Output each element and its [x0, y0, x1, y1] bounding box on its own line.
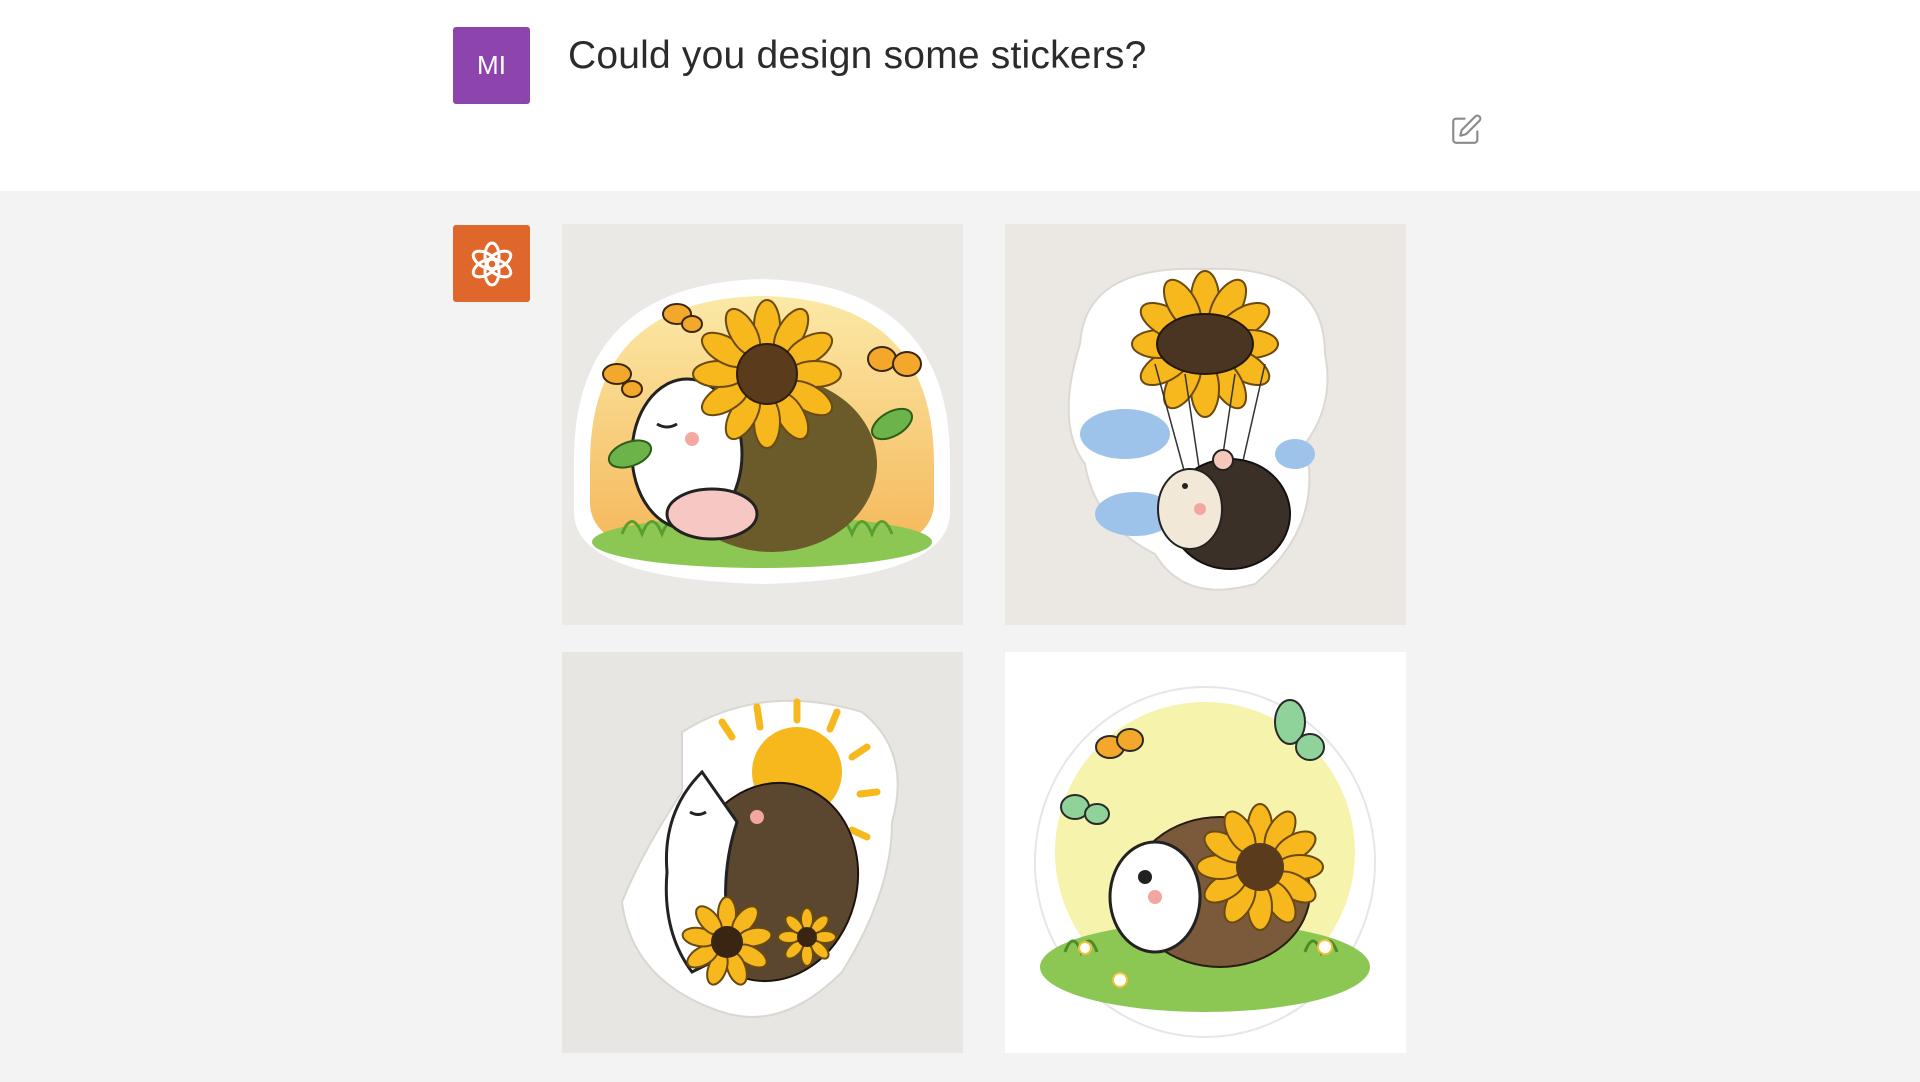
hedgehog-sunbathing-sticker	[620, 698, 899, 1018]
generated-image-1[interactable]	[562, 224, 963, 625]
assistant-avatar	[453, 225, 530, 302]
generated-image-3[interactable]	[562, 652, 963, 1053]
user-avatar: MI	[453, 27, 530, 104]
user-message-row: MI Could you design some stickers?	[0, 0, 1920, 191]
openai-logo-icon	[471, 241, 512, 286]
hedgehog-holding-sunflower-sticker	[573, 279, 951, 584]
hedgehog-sunflower-parachute-sticker	[1067, 267, 1329, 591]
user-message-text: Could you design some stickers?	[568, 34, 1147, 77]
generated-image-4[interactable]	[1005, 652, 1406, 1053]
user-avatar-initials: MI	[477, 50, 506, 80]
hedgehog-meadow-butterflies-sticker	[1034, 686, 1376, 1038]
generated-image-2[interactable]	[1005, 224, 1406, 625]
edit-icon	[1452, 114, 1482, 144]
edit-message-button[interactable]	[1448, 112, 1484, 148]
